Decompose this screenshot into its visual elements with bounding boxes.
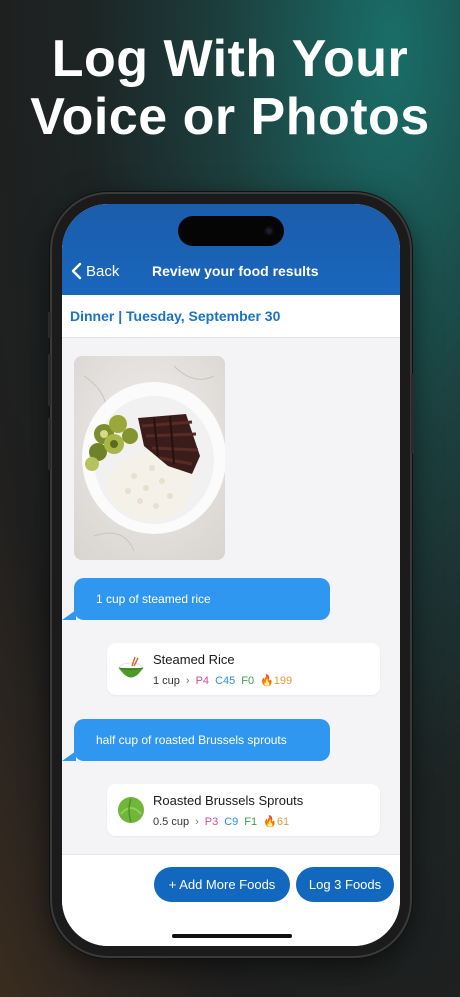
serving-amount: 0.5 cup — [153, 815, 190, 828]
protein-value: P3 — [204, 815, 219, 828]
food-nutrition-summary: 1 cup › P4 C45 F0 🔥199 — [153, 674, 292, 688]
brussels-sprouts-icon — [117, 796, 145, 824]
chevron-right-icon: › — [185, 674, 190, 687]
fat-value: F0 — [241, 674, 255, 687]
serving-amount: 1 cup — [153, 674, 180, 687]
food-nutrition-summary: 0.5 cup › P3 C9 F1 🔥61 — [153, 815, 289, 829]
home-indicator[interactable] — [172, 934, 292, 938]
add-more-foods-button[interactable]: + Add More Foods — [154, 867, 290, 902]
carbs-value: C9 — [224, 815, 239, 828]
voice-transcript-bubble: half cup of roasted Brussels sprouts — [62, 719, 330, 761]
meal-photo[interactable] — [74, 356, 225, 560]
meal-header-text: Dinner | Tuesday, September 30 — [70, 308, 281, 324]
transcript-text: 1 cup of steamed rice — [96, 592, 211, 606]
phone-silent-switch — [48, 312, 51, 338]
log-foods-button[interactable]: Log 3 Foods — [296, 867, 394, 902]
back-button[interactable]: Back — [70, 262, 119, 280]
action-footer: + Add More Foods Log 3 Foods — [62, 854, 400, 946]
calories-value: 🔥199 — [260, 674, 292, 687]
page-title: Review your food results — [152, 263, 319, 279]
chevron-right-icon: › — [195, 815, 199, 828]
promo-headline: Log With Your Voice or Photos — [0, 30, 460, 146]
voice-transcript-bubble: 1 cup of steamed rice — [62, 578, 330, 620]
headline-line-1: Log With Your — [51, 30, 409, 88]
carbs-value: C45 — [215, 674, 236, 687]
nav-bar: Back Review your food results — [62, 204, 400, 295]
dynamic-island — [178, 216, 284, 246]
meal-header: Dinner | Tuesday, September 30 — [62, 295, 400, 338]
food-result-card[interactable]: Roasted Brussels Sprouts 0.5 cup › P3 C9… — [107, 784, 380, 836]
headline-line-2: Voice or Photos — [30, 88, 430, 146]
phone-volume-up — [48, 354, 51, 406]
calories-number: 199 — [273, 675, 293, 687]
calories-value: 🔥61 — [263, 815, 289, 828]
flame-icon: 🔥 — [260, 675, 274, 687]
phone-power-button — [411, 374, 414, 454]
phone-frame: Back Review your food results Dinner | T… — [48, 194, 414, 956]
phone-volume-down — [48, 418, 51, 470]
rice-bowl-icon — [117, 655, 145, 683]
protein-value: P4 — [195, 674, 210, 687]
back-label: Back — [86, 262, 120, 280]
chevron-left-icon — [70, 262, 82, 280]
fat-value: F1 — [244, 815, 258, 828]
food-result-card[interactable]: Steamed Rice 1 cup › P4 C45 F0 🔥199 — [107, 643, 380, 695]
transcript-text: half cup of roasted Brussels sprouts — [96, 733, 287, 747]
food-name: Roasted Brussels Sprouts — [153, 793, 304, 808]
app-screen: Back Review your food results Dinner | T… — [62, 204, 400, 946]
food-name: Steamed Rice — [153, 652, 235, 667]
front-camera — [264, 226, 274, 236]
flame-icon: 🔥 — [263, 816, 277, 828]
calories-number: 61 — [276, 816, 290, 828]
